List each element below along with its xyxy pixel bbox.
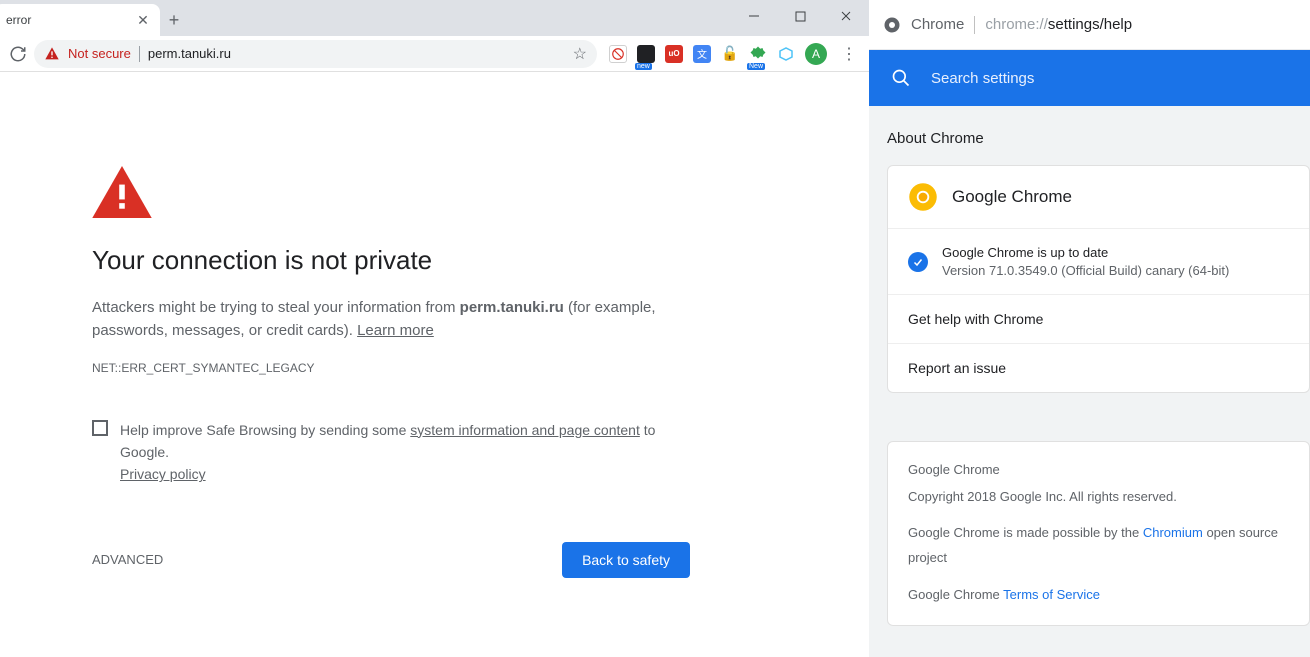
extension-icon[interactable]	[777, 45, 795, 63]
error-page-content: Your connection is not private Attackers…	[0, 72, 690, 578]
help-link[interactable]: Get help with Chrome	[888, 295, 1309, 344]
settings-window: Chrome chrome://settings/help About Chro…	[869, 0, 1310, 657]
minimize-button[interactable]	[731, 0, 777, 32]
extension-icon[interactable]: New	[749, 45, 767, 63]
report-issue-link[interactable]: Report an issue	[888, 344, 1309, 392]
bookmark-star-icon[interactable]: ☆	[573, 44, 587, 64]
footer-card: Google Chrome Copyright 2018 Google Inc.…	[887, 441, 1310, 626]
advanced-button[interactable]: ADVANCED	[92, 552, 163, 567]
card-header-row: Google Chrome	[888, 166, 1309, 229]
close-tab-icon[interactable]: ✕	[136, 13, 150, 27]
error-body: Attackers might be trying to steal your …	[92, 296, 690, 343]
chrome-logo-icon	[908, 182, 938, 212]
settings-url[interactable]: chrome://settings/help	[985, 16, 1132, 33]
footer-name: Google Chrome	[908, 458, 1289, 483]
warning-triangle-icon	[92, 166, 152, 218]
version-text: Version 71.0.3549.0 (Official Build) can…	[942, 263, 1229, 278]
search-settings-input[interactable]	[931, 70, 1288, 87]
kebab-menu-icon[interactable]: ⋮	[837, 44, 861, 64]
footer-oss: Google Chrome is made possible by the Ch…	[908, 521, 1289, 570]
learn-more-link[interactable]: Learn more	[357, 322, 434, 339]
lock-open-icon[interactable]: 🔓	[721, 45, 739, 63]
extensions-row: new uO 文 🔓 New A ⋮	[603, 43, 861, 65]
toolbar: Not secure perm.tanuki.ru ☆ new uO 文 🔓 N…	[0, 36, 869, 72]
update-status-text: Google Chrome is up to date	[942, 245, 1229, 260]
reload-button[interactable]	[8, 44, 28, 64]
optin-checkbox[interactable]	[92, 420, 108, 436]
extension-icon[interactable]: new	[637, 45, 655, 63]
extension-icon[interactable]	[609, 45, 627, 63]
update-status-row: Google Chrome is up to date Version 71.0…	[888, 229, 1309, 295]
safe-browsing-optin: Help improve Safe Browsing by sending so…	[92, 419, 690, 486]
ublock-icon[interactable]: uO	[665, 45, 683, 63]
card-title: Google Chrome	[952, 187, 1072, 207]
browser-tab[interactable]: error ✕	[0, 4, 160, 36]
action-row: ADVANCED Back to safety	[92, 542, 690, 578]
error-code: NET::ERR_CERT_SYMANTEC_LEGACY	[92, 361, 690, 375]
address-bar[interactable]: Not secure perm.tanuki.ru ☆	[34, 40, 597, 68]
chrome-label: Chrome	[911, 16, 964, 33]
maximize-button[interactable]	[777, 0, 823, 32]
footer-copyright: Copyright 2018 Google Inc. All rights re…	[908, 485, 1289, 510]
divider	[139, 46, 140, 62]
chrome-icon	[883, 16, 901, 34]
privacy-error-window: error ✕ + Not secure perm.tanuki.ru ☆	[0, 0, 869, 657]
divider	[974, 16, 975, 34]
about-card: Google Chrome Google Chrome is up to dat…	[887, 165, 1310, 393]
window-controls	[731, 0, 869, 32]
settings-search-bar	[869, 50, 1310, 106]
back-to-safety-button[interactable]: Back to safety	[562, 542, 690, 578]
chromium-link[interactable]: Chromium	[1143, 525, 1203, 540]
close-window-button[interactable]	[823, 0, 869, 32]
optin-text: Help improve Safe Browsing by sending so…	[120, 419, 690, 486]
security-status: Not secure	[68, 46, 131, 61]
new-tab-button[interactable]: +	[160, 4, 188, 36]
profile-avatar[interactable]: A	[805, 43, 827, 65]
settings-toolbar: Chrome chrome://settings/help	[869, 0, 1310, 50]
search-icon	[891, 68, 911, 88]
settings-body: About Chrome Google Chrome Google Chrome…	[869, 106, 1310, 626]
section-title: About Chrome	[887, 130, 1310, 147]
privacy-policy-link[interactable]: Privacy policy	[120, 466, 206, 482]
system-info-link[interactable]: system information and page content	[410, 422, 640, 438]
titlebar: error ✕ +	[0, 0, 869, 36]
footer-tos: Google Chrome Terms of Service	[908, 583, 1289, 608]
warning-triangle-icon	[44, 46, 60, 62]
tab-title: error	[6, 13, 136, 27]
url-text: perm.tanuki.ru	[148, 46, 565, 61]
check-badge-icon	[908, 252, 928, 272]
translate-icon[interactable]: 文	[693, 45, 711, 63]
error-headline: Your connection is not private	[92, 245, 690, 276]
tos-link[interactable]: Terms of Service	[1003, 587, 1100, 602]
